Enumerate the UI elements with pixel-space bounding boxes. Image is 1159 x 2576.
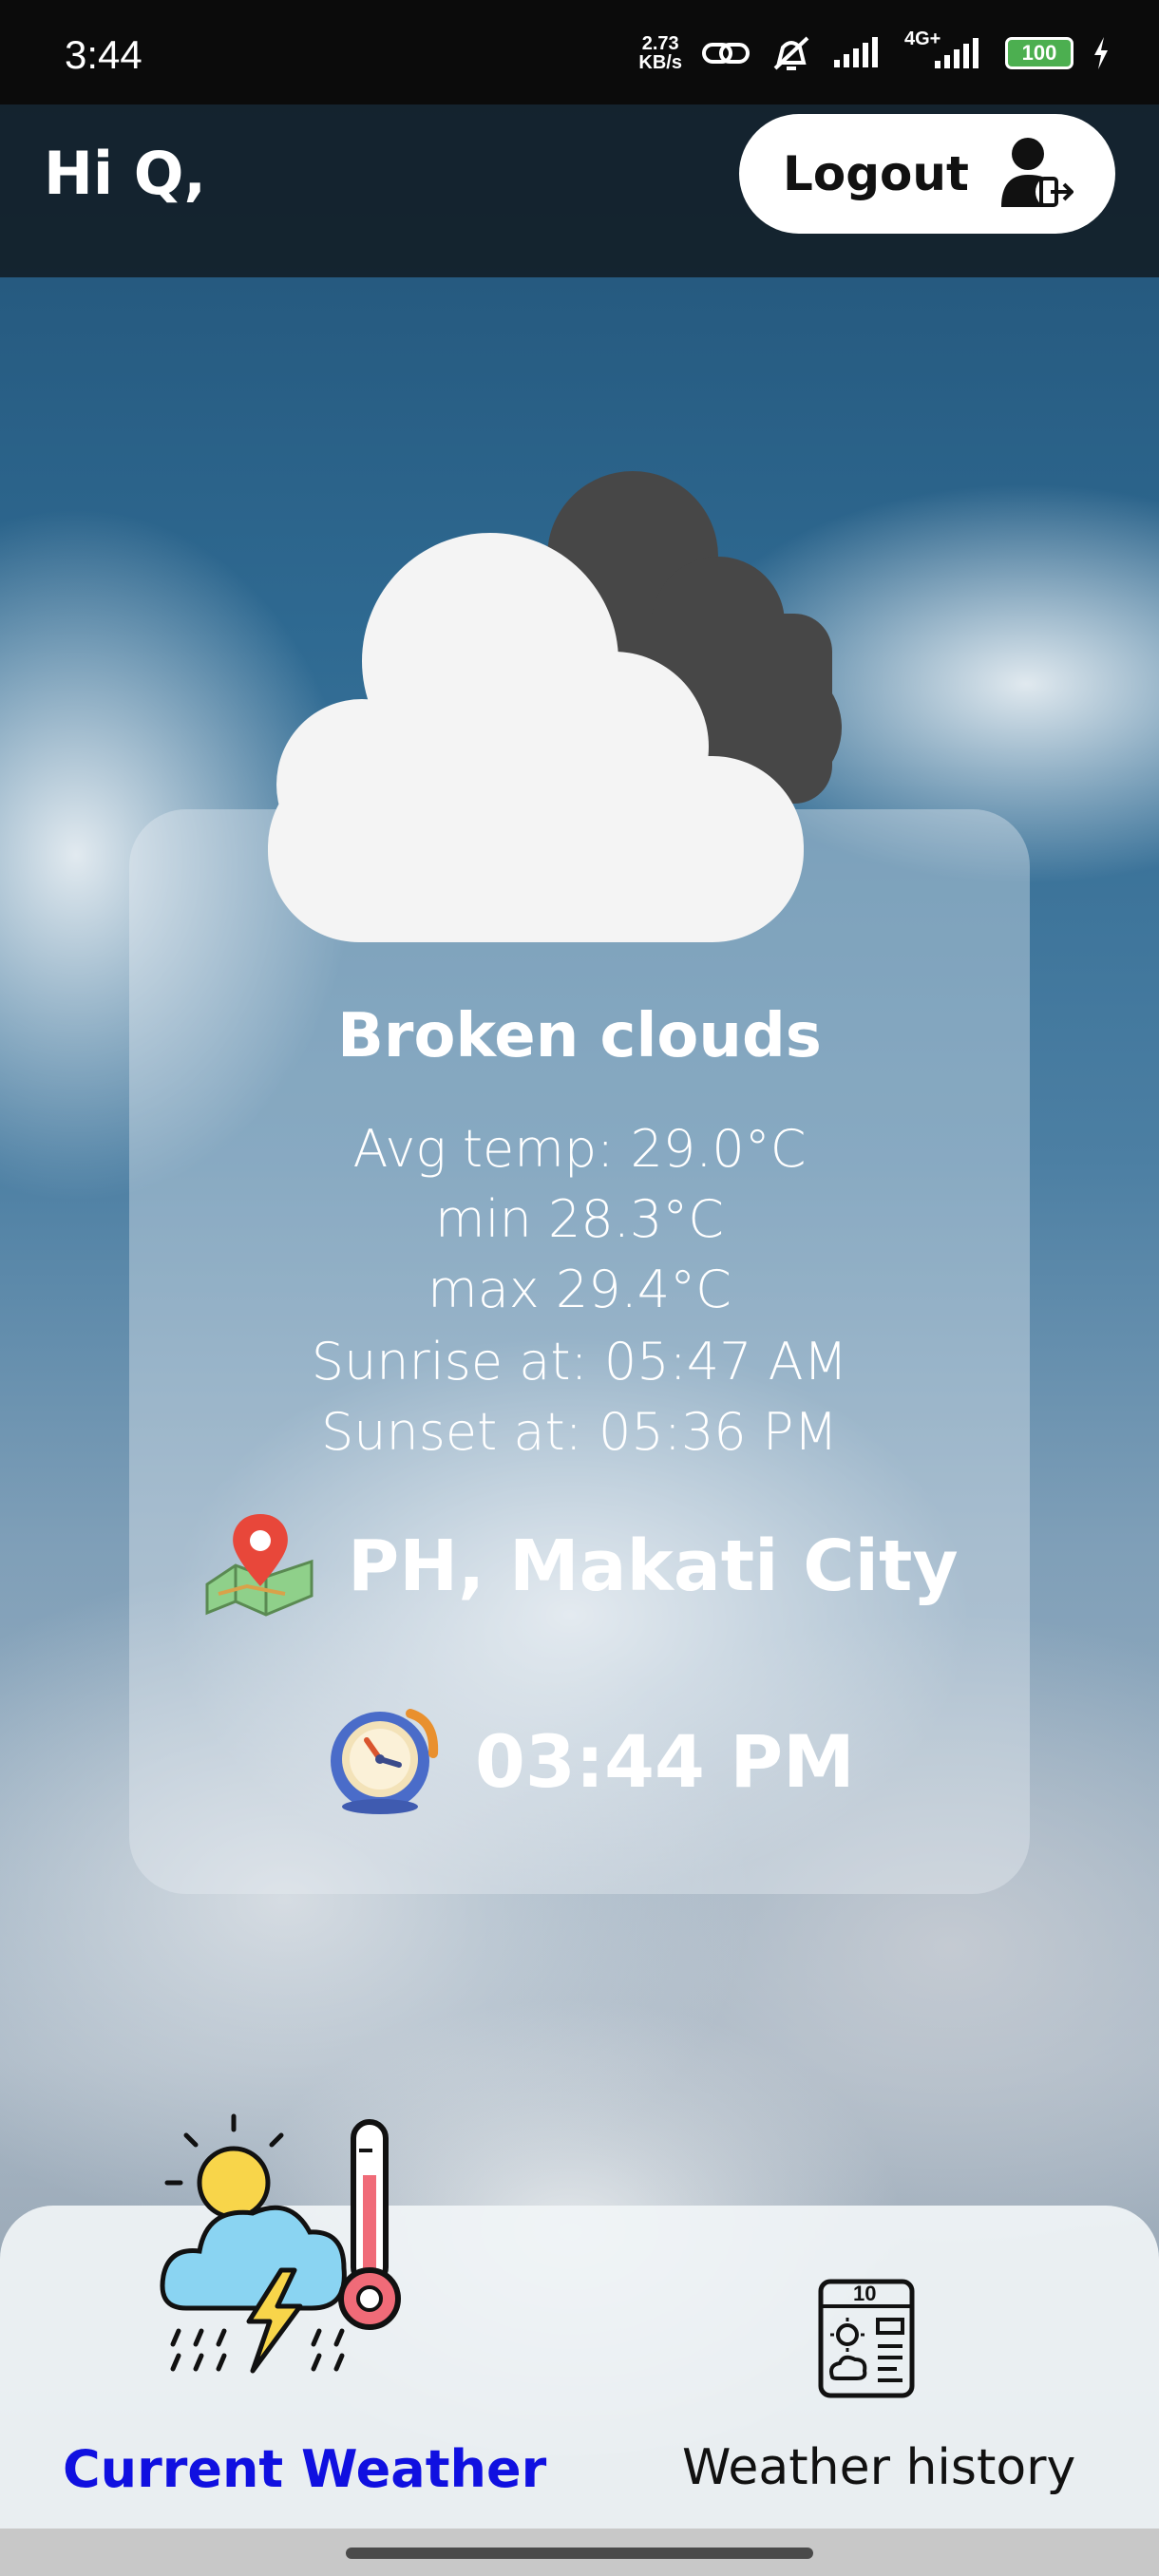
net-speed: 2.73 KB/s [638,34,682,72]
location-text: PH, Makati City [348,1525,959,1607]
broken-clouds-icon [268,471,842,942]
home-gesture-bar[interactable] [346,2548,813,2559]
logout-button[interactable]: Logout [739,114,1115,234]
weather-history-icon[interactable]: 10 [817,2278,916,2399]
current-time: 03:44 PM [475,1718,855,1804]
status-icons: 2.73 KB/s 4G+ 100 [638,28,1110,72]
map-pin-icon [205,1514,314,1617]
signal-4g-icon: 4G+ [904,28,986,72]
weather-condition: Broken clouds [337,1001,822,1071]
history-icon-number: 10 [853,2282,877,2305]
max-temp: max 29.4°C [428,1260,732,1319]
app-header: Hi Q, Logout [0,104,1159,277]
sunset-time: Sunset at: 05:36 PM [321,1402,838,1462]
mute-icon [773,36,809,70]
min-temp: min 28.3°C [435,1189,724,1249]
net-speed-value: 2.73 [641,33,679,54]
time-row: 03:44 PM [323,1706,855,1816]
charging-icon [1094,37,1108,69]
net-speed-unit: KB/s [638,52,682,73]
signal-icon [834,37,878,67]
status-bar: 3:44 2.73 KB/s 4G+ 100 [0,0,1159,104]
status-time: 3:44 [65,32,142,77]
greeting: Hi Q, [44,139,206,208]
battery-icon: 100 [1005,37,1074,69]
clock-icon [331,1709,439,1814]
nav-weather-history-label[interactable]: Weather history [682,2439,1075,2496]
link-icon [702,43,750,64]
nav-current-weather-label[interactable]: Current Weather [63,2439,546,2499]
sunrise-time: Sunrise at: 05:47 AM [311,1332,848,1392]
thunderstorm-thermometer-icon[interactable] [158,2109,424,2375]
logout-label: Logout [783,146,969,201]
location-row: PH, Makati City [200,1510,959,1622]
logout-user-icon [1001,138,1074,209]
avg-temp: Avg temp: 29.0°C [352,1119,807,1179]
